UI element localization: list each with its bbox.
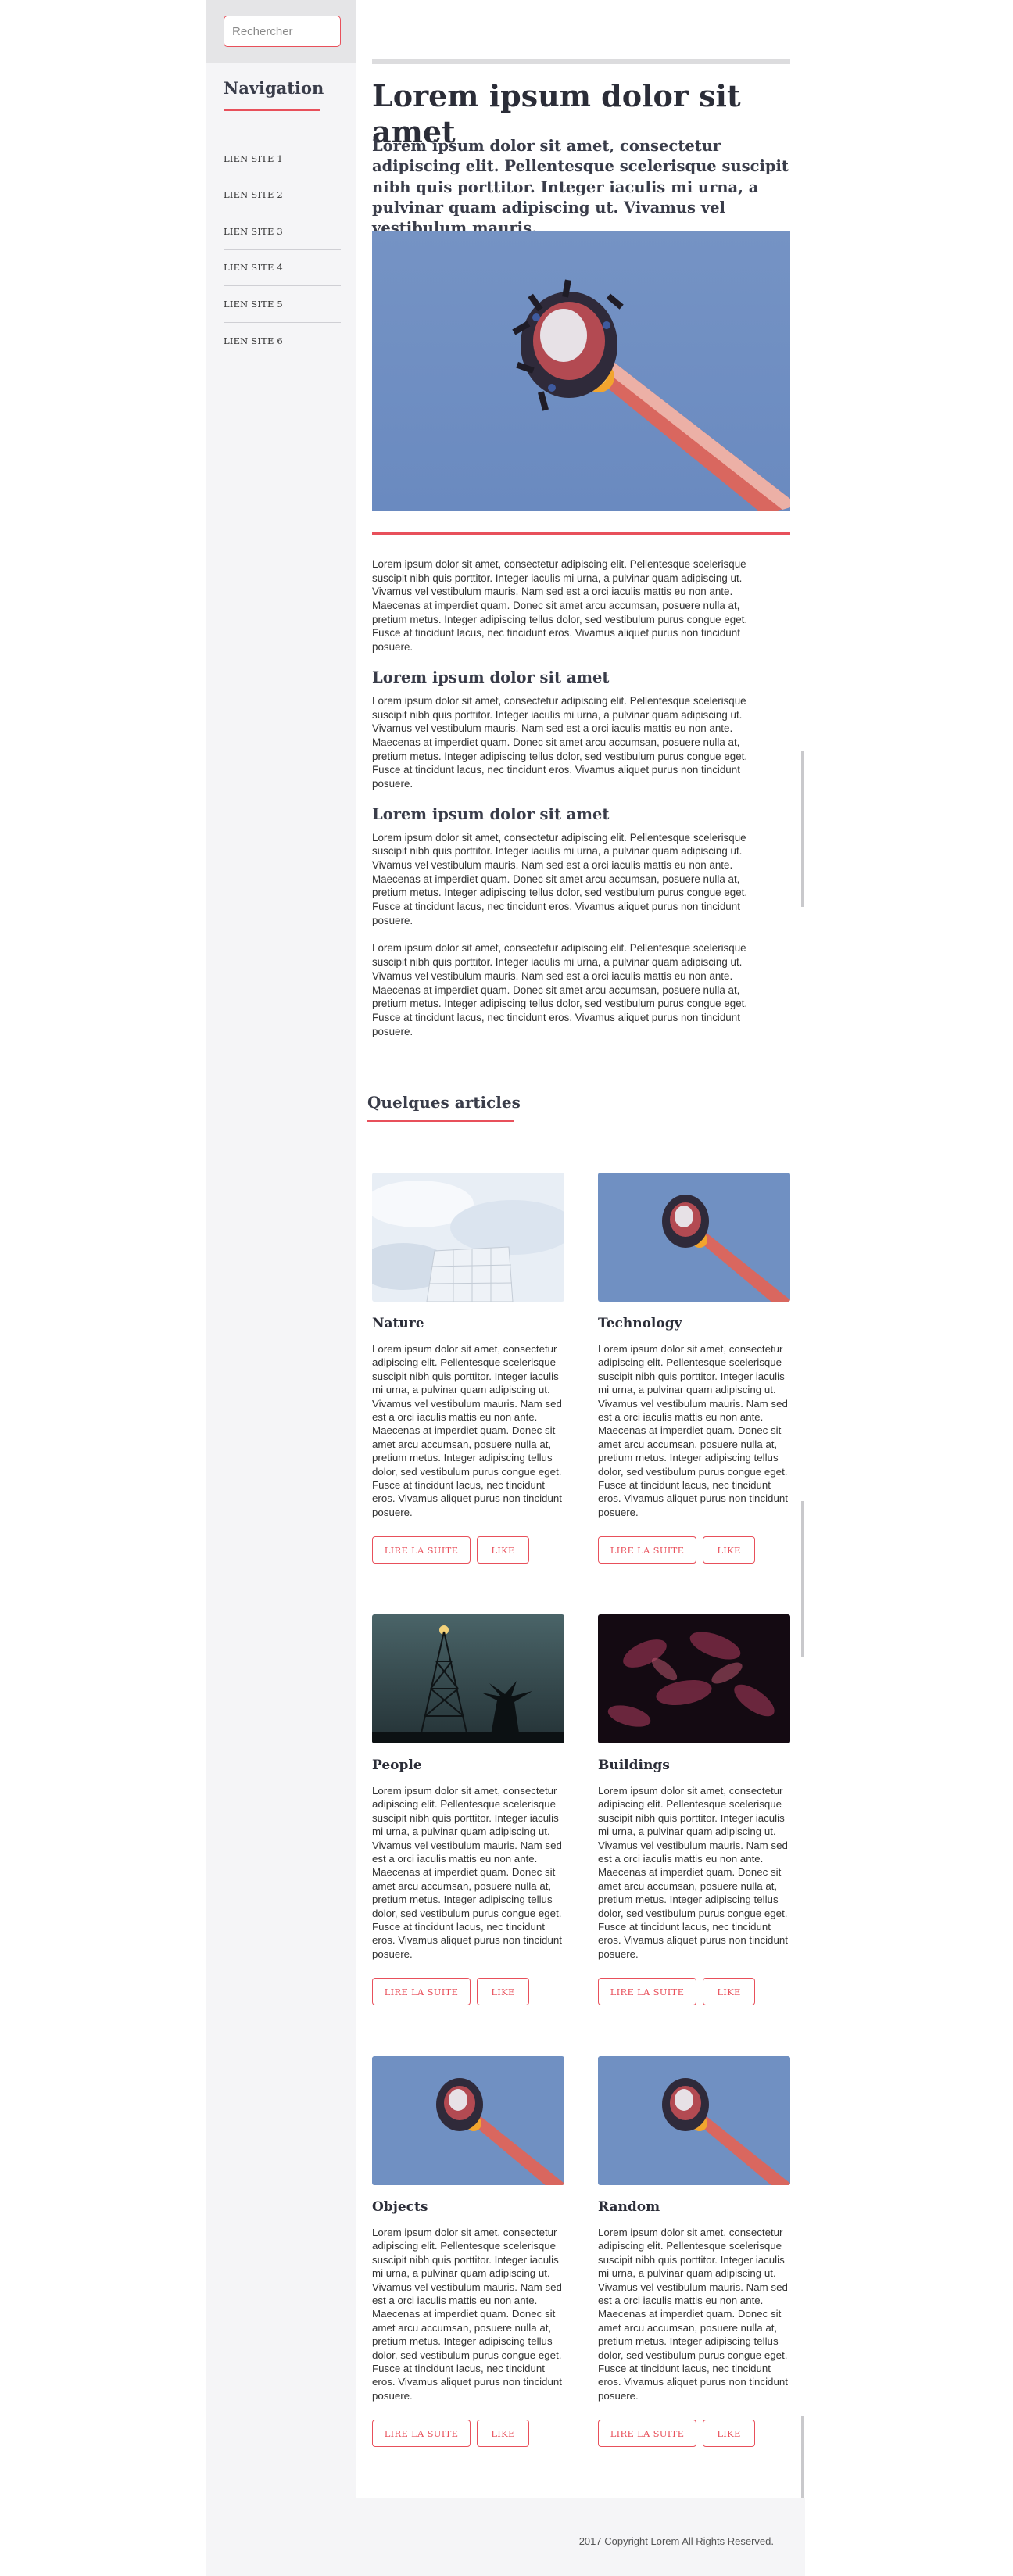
sidebar: Navigation LIEN SITE 1 LIEN SITE 2 LIEN … [206,0,356,2576]
section-heading: Lorem ipsum dolor sit amet [372,804,610,823]
card-text: Lorem ipsum dolor sit amet, consectetur … [372,1343,562,1518]
nav-item-2: LIEN SITE 2 [224,177,341,213]
like-button[interactable]: LIKE [703,2420,755,2448]
read-more-button[interactable]: LIRE LA SUITE [372,1978,471,2006]
amusement-ride-photo [598,1173,790,1302]
nav-list: LIEN SITE 1 LIEN SITE 2 LIEN SITE 3 LIEN… [224,141,341,359]
read-more-button[interactable]: LIRE LA SUITE [598,1978,696,2006]
accent-divider [372,532,790,535]
card-actions: LIRE LA SUITE LIKE [372,1978,566,2006]
footer: 2017 Copyright Lorem All Rights Reserved… [356,2498,805,2576]
card-title: Technology [598,1316,682,1331]
amusement-ride-photo [598,2056,790,2185]
card-image [598,1173,790,1302]
like-button[interactable]: LIKE [477,1536,529,1564]
amusement-ride-photo [372,231,790,511]
scroll-indicator [801,1501,804,1657]
card-text: Lorem ipsum dolor sit amet, consectetur … [598,1785,788,1960]
card-image [598,2056,790,2185]
articles-section-underline [367,1120,514,1122]
articles-section-title: Quelques articles [367,1093,521,1112]
card-image [372,1614,564,1743]
card-actions: LIRE LA SUITE LIKE [598,2420,792,2448]
hero-image [372,231,790,511]
read-more-button[interactable]: LIRE LA SUITE [372,2420,471,2448]
card-text: Lorem ipsum dolor sit amet, consectetur … [372,1785,562,1960]
card-actions: LIRE LA SUITE LIKE [372,2420,566,2448]
card-image [372,2056,564,2185]
article-card: Buildings Lorem ipsum dolor sit amet, co… [598,1614,792,2006]
nav-link-3[interactable]: LIEN SITE 3 [224,226,283,237]
like-button[interactable]: LIKE [703,1536,755,1564]
read-more-button[interactable]: LIRE LA SUITE [372,1536,471,1564]
card-title: Objects [372,2199,428,2215]
card-title: People [372,1757,422,1773]
nav-link-5[interactable]: LIEN SITE 5 [224,299,283,310]
article-card: Objects Lorem ipsum dolor sit amet, cons… [372,2056,566,2448]
card-actions: LIRE LA SUITE LIKE [598,1978,792,2006]
tower-photo [372,1614,564,1743]
card-text: Lorem ipsum dolor sit amet, consectetur … [598,1343,788,1518]
copyright-text: 2017 Copyright Lorem All Rights Reserved… [578,2535,774,2547]
sky-building-photo [372,1173,564,1302]
nav-item-1: LIEN SITE 1 [224,141,341,177]
article-card: Technology Lorem ipsum dolor sit amet, c… [598,1173,792,1564]
amusement-ride-photo [372,2056,564,2185]
card-image [372,1173,564,1302]
article-card: People Lorem ipsum dolor sit amet, conse… [372,1614,566,2006]
card-title: Buildings [598,1757,670,1773]
card-actions: LIRE LA SUITE LIKE [372,1536,566,1564]
read-more-button[interactable]: LIRE LA SUITE [598,2420,696,2448]
body-paragraph: Lorem ipsum dolor sit amet, consectetur … [372,942,748,1037]
card-text: Lorem ipsum dolor sit amet, consectetur … [598,2227,788,2402]
scroll-indicator [801,751,804,907]
body-paragraph: Lorem ipsum dolor sit amet, consectetur … [372,831,748,926]
body-paragraph: Lorem ipsum dolor sit amet, consectetur … [372,694,748,790]
article-body: Lorem ipsum dolor sit amet, consectetur … [372,557,775,1052]
like-button[interactable]: LIKE [477,1978,529,2006]
article-card: Random Lorem ipsum dolor sit amet, conse… [598,2056,792,2448]
nav-title: Navigation [224,78,324,98]
card-image [598,1614,790,1743]
nav-item-4: LIEN SITE 4 [224,250,341,286]
nav-link-4[interactable]: LIEN SITE 4 [224,262,283,273]
article-card: Nature Lorem ipsum dolor sit amet, conse… [372,1173,566,1564]
search-input[interactable] [224,16,341,47]
like-button[interactable]: LIKE [703,1978,755,2006]
nav-title-underline [224,109,320,111]
nav-link-2[interactable]: LIEN SITE 2 [224,189,283,200]
nav-item-5: LIEN SITE 5 [224,286,341,323]
nav-item-3: LIEN SITE 3 [224,213,341,250]
nav-link-1[interactable]: LIEN SITE 1 [224,153,283,164]
like-button[interactable]: LIKE [477,2420,529,2448]
search-area [206,0,356,63]
card-title: Random [598,2199,660,2215]
card-title: Nature [372,1316,424,1331]
nav-item-6: LIEN SITE 6 [224,323,341,360]
top-divider [372,59,790,64]
body-paragraph: Lorem ipsum dolor sit amet, consectetur … [372,558,748,654]
section-heading: Lorem ipsum dolor sit amet [372,668,610,686]
card-text: Lorem ipsum dolor sit amet, consectetur … [372,2227,562,2402]
nav-link-6[interactable]: LIEN SITE 6 [224,335,283,346]
read-more-button[interactable]: LIRE LA SUITE [598,1536,696,1564]
lead-paragraph: Lorem ipsum dolor sit amet, consectetur … [372,137,789,238]
leaves-photo [598,1614,790,1743]
card-actions: LIRE LA SUITE LIKE [598,1536,792,1564]
